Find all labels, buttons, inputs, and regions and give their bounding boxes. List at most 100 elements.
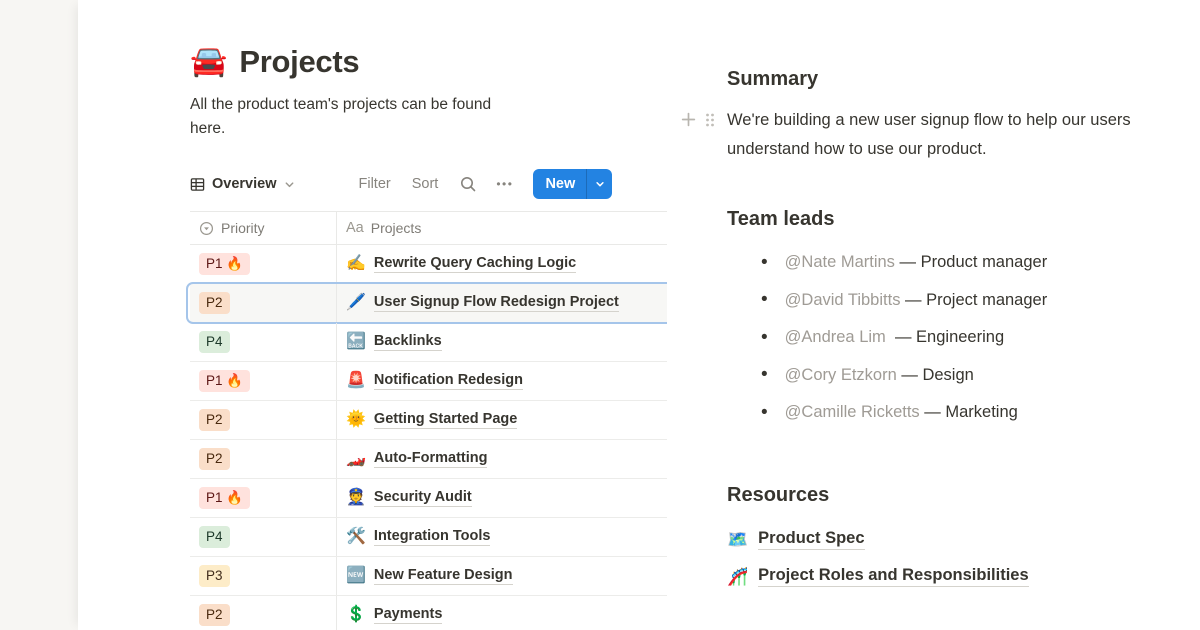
new-button-dropdown[interactable]: [587, 169, 612, 199]
person-mention[interactable]: @David Tibbitts: [785, 291, 901, 310]
add-block-icon[interactable]: [680, 111, 697, 128]
new-button[interactable]: New: [533, 169, 586, 199]
priority-cell[interactable]: P2: [190, 284, 337, 322]
project-emoji-icon: 💲: [346, 607, 366, 623]
resources-list: 🗺️ Product Spec 🎢 Project Roles and Resp…: [727, 521, 1200, 596]
notion-window: 🚘 Projects All the product team's projec…: [0, 0, 1200, 630]
column-header-priority[interactable]: Priority: [190, 212, 337, 244]
priority-cell[interactable]: P1 🔥: [190, 479, 337, 517]
person-role-text: — Engineering: [895, 328, 1004, 347]
project-title-link[interactable]: Security Audit: [374, 489, 472, 507]
sort-button[interactable]: Sort: [412, 176, 439, 192]
page-icon-car[interactable]: 🚘: [190, 47, 227, 77]
project-cell[interactable]: 👮 Security Audit: [337, 479, 667, 517]
drag-handle-icon[interactable]: [705, 112, 715, 128]
team-lead-item: @David Tibbitts — Project manager: [727, 282, 1200, 320]
person-role-text: — Product manager: [900, 253, 1048, 272]
team-leads-list: @Nate Martins — Product manager @David T…: [727, 244, 1200, 432]
resource-page-link[interactable]: Product Spec: [758, 529, 864, 550]
search-icon[interactable]: [459, 175, 477, 193]
person-mention[interactable]: @Cory Etzkorn: [785, 366, 897, 385]
summary-heading: Summary: [727, 68, 1200, 91]
project-emoji-icon: ✍️: [346, 256, 366, 272]
priority-badge: P2: [199, 292, 230, 314]
summary-paragraph[interactable]: We're building a new user signup flow to…: [727, 106, 1200, 163]
project-title-link[interactable]: Payments: [374, 606, 443, 624]
resource-page-link[interactable]: Project Roles and Responsibilities: [758, 566, 1029, 587]
table-row: P1 🔥 👮 Security Audit: [190, 479, 667, 518]
priority-badge: P4: [199, 331, 230, 353]
project-cell[interactable]: 🌞 Getting Started Page: [337, 401, 667, 439]
project-title-link[interactable]: New Feature Design: [374, 567, 513, 585]
resource-item: 🗺️ Product Spec: [727, 521, 1200, 559]
project-emoji-icon: 🌞: [346, 412, 366, 428]
page-title-row: 🚘 Projects: [190, 44, 667, 80]
person-mention[interactable]: @Camille Ricketts: [785, 403, 920, 422]
priority-cell[interactable]: P4: [190, 518, 337, 556]
project-cell[interactable]: 🖊️ User Signup Flow Redesign Project: [337, 284, 667, 322]
team-lead-item: @Nate Martins — Product manager: [727, 244, 1200, 282]
priority-cell[interactable]: P4: [190, 323, 337, 361]
view-switcher[interactable]: Overview: [190, 176, 302, 192]
project-title-link[interactable]: Getting Started Page: [374, 411, 517, 429]
person-role-text: — Project manager: [905, 291, 1047, 310]
view-switcher-label: Overview: [212, 176, 277, 192]
filter-button[interactable]: Filter: [359, 176, 391, 192]
resources-heading: Resources: [727, 484, 1200, 507]
resource-item: 🎢 Project Roles and Responsibilities: [727, 558, 1200, 596]
priority-badge: P4: [199, 526, 230, 548]
table-row: P1 🔥 🚨 Notification Redesign: [190, 362, 667, 401]
more-options-icon[interactable]: •••: [496, 177, 513, 191]
project-cell[interactable]: 🛠️ Integration Tools: [337, 518, 667, 556]
table-row: P2 🌞 Getting Started Page: [190, 401, 667, 440]
database-toolbar: Overview Filter Sort ••• New: [190, 168, 667, 200]
new-button-group: New: [533, 169, 612, 199]
project-emoji-icon: 🖊️: [346, 295, 366, 311]
workspace-background: [0, 0, 78, 630]
project-emoji-icon: 👮: [346, 490, 366, 506]
priority-cell[interactable]: P2: [190, 440, 337, 478]
table-row: P1 🔥 ✍️ Rewrite Query Caching Logic: [190, 245, 667, 284]
resource-emoji-icon: 🎢: [727, 568, 748, 585]
project-title-link[interactable]: Backlinks: [374, 333, 442, 351]
column-header-projects[interactable]: Aa Projects: [337, 212, 667, 244]
table-row: P3 🆕 New Feature Design: [190, 557, 667, 596]
team-lead-item: @Cory Etzkorn — Design: [727, 357, 1200, 395]
projects-table: Priority Aa Projects P1 🔥 ✍️ Rewrite Que…: [190, 211, 667, 630]
table-row: P2 🏎️ Auto-Formatting: [190, 440, 667, 479]
priority-cell[interactable]: P2: [190, 401, 337, 439]
project-cell[interactable]: 🆕 New Feature Design: [337, 557, 667, 595]
priority-badge: P1 🔥: [199, 487, 250, 509]
chevron-down-icon: [284, 179, 302, 190]
project-title-link[interactable]: Integration Tools: [374, 528, 491, 546]
priority-badge: P2: [199, 448, 230, 470]
project-emoji-icon: 🔙: [346, 334, 366, 350]
project-cell[interactable]: 🚨 Notification Redesign: [337, 362, 667, 400]
priority-cell[interactable]: P1 🔥: [190, 362, 337, 400]
priority-badge: P1 🔥: [199, 253, 250, 275]
person-mention[interactable]: @Andrea Lim: [785, 328, 891, 347]
column-header-priority-label: Priority: [221, 220, 265, 236]
resource-emoji-icon: 🗺️: [727, 531, 748, 548]
priority-cell[interactable]: P1 🔥: [190, 245, 337, 283]
priority-cell[interactable]: P2: [190, 596, 337, 630]
project-title-link[interactable]: User Signup Flow Redesign Project: [374, 294, 619, 312]
project-emoji-icon: 🏎️: [346, 451, 366, 467]
column-header-projects-label: Projects: [371, 220, 422, 236]
project-cell[interactable]: 💲 Payments: [337, 596, 667, 630]
project-cell[interactable]: 🏎️ Auto-Formatting: [337, 440, 667, 478]
projects-database-panel: 🚘 Projects All the product team's projec…: [78, 0, 667, 630]
priority-badge: P3: [199, 565, 230, 587]
table-header-row: Priority Aa Projects: [190, 211, 667, 245]
project-cell[interactable]: 🔙 Backlinks: [337, 323, 667, 361]
table-view-icon: [190, 177, 212, 192]
person-mention[interactable]: @Nate Martins: [785, 253, 895, 272]
team-lead-item: @Camille Ricketts — Marketing: [727, 394, 1200, 432]
project-title-link[interactable]: Rewrite Query Caching Logic: [374, 255, 576, 273]
team-leads-heading: Team leads: [727, 208, 1200, 231]
priority-cell[interactable]: P3: [190, 557, 337, 595]
project-title-link[interactable]: Notification Redesign: [374, 372, 523, 390]
select-property-icon: [199, 221, 214, 236]
project-cell[interactable]: ✍️ Rewrite Query Caching Logic: [337, 245, 667, 283]
project-title-link[interactable]: Auto-Formatting: [374, 450, 488, 468]
